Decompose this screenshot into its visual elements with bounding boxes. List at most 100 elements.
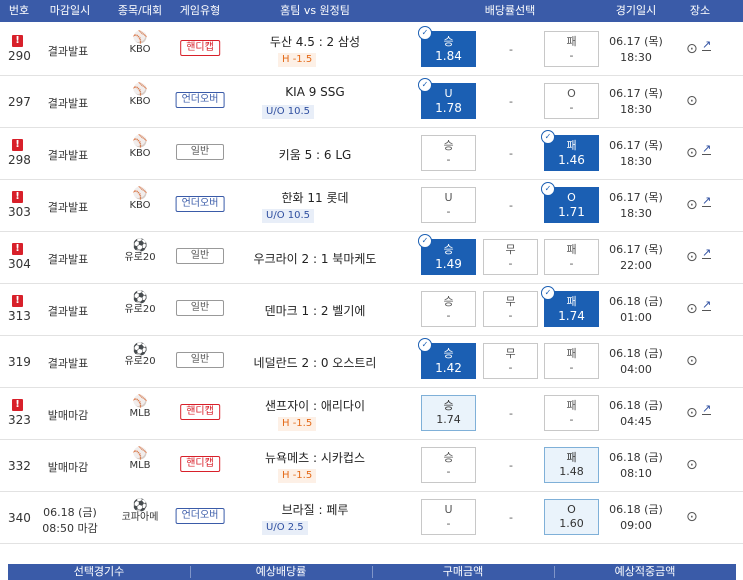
- odds-draw-empty: -: [509, 511, 513, 524]
- match-teams: 네덜란드 2 : 0 오스트리: [253, 356, 377, 370]
- sport-league: ⚾ KBO: [129, 30, 151, 55]
- handicap-line: U/O 10.5: [262, 105, 315, 119]
- check-icon: ✓: [418, 78, 432, 92]
- header-no: 번호: [8, 4, 30, 17]
- game-type-badge: 일반: [176, 300, 224, 316]
- odds-draw-button[interactable]: 무-: [483, 291, 538, 327]
- odds-home-button[interactable]: 승 1.74: [421, 395, 476, 431]
- match-teams: 두산 4.5 : 2 삼성: [269, 35, 361, 49]
- header-date: 경기일시: [615, 4, 657, 17]
- match-teams: 우크라이 2 : 1 북마케도: [253, 252, 377, 266]
- odds-away-button[interactable]: 패-: [544, 343, 599, 379]
- match-teams: 한화 11 롯데: [281, 191, 349, 205]
- odds-home-button[interactable]: 승-: [421, 447, 476, 483]
- match-datetime: 06.18 (금) 09:00: [609, 503, 663, 532]
- table-row[interactable]: 297 결과발표 ⚾ KBO 언더오버 KIA 9 SSG U/O 10.5 ✓ U 1.78 - O…: [0, 75, 743, 128]
- game-type-badge: 핸디캡: [180, 40, 220, 56]
- game-type-badge: 언더오버: [175, 508, 225, 524]
- odds-away-button[interactable]: 패-: [544, 239, 599, 275]
- header-place: 장소: [689, 4, 711, 17]
- game-type-badge: 핸디캡: [180, 404, 220, 420]
- deadline-status: 결과발표: [47, 305, 89, 318]
- sport-ball-icon: ⚽: [132, 290, 148, 304]
- check-icon: ✓: [418, 338, 432, 352]
- deadline-status: 결과발표: [47, 149, 89, 162]
- odds-home-button[interactable]: ✓ U 1.78: [418, 78, 476, 119]
- odds-away-button[interactable]: O-: [544, 83, 599, 119]
- sport-league: ⚽ 코파아메: [121, 498, 159, 523]
- handicap-line: U/O 2.5: [262, 521, 308, 535]
- game-type-badge: 언더오버: [175, 196, 225, 212]
- sport-league: ⚾ KBO: [129, 186, 151, 211]
- odds-away-button[interactable]: 패-: [544, 31, 599, 67]
- sport-ball-icon: ⚾: [132, 134, 148, 148]
- match-datetime: 06.17 (목) 18:30: [609, 191, 663, 220]
- trend-chart-icon[interactable]: ↗: [702, 143, 712, 155]
- table-row[interactable]: 332 발매마감 ⚾ MLB 핸디캡 뉴욕메츠 : 시카컵스 H -1.5 승 - - 패 1.48 0…: [0, 439, 743, 492]
- deadline-status: 결과발표: [47, 357, 89, 370]
- deadline-status: 발매마감: [47, 461, 89, 474]
- odds-draw-button[interactable]: 무-: [483, 343, 538, 379]
- location-pin-icon[interactable]: ⊙: [686, 93, 698, 109]
- game-number: 303: [8, 205, 31, 219]
- odds-draw-empty: -: [509, 147, 513, 160]
- odds-away-button[interactable]: 패 1.48: [544, 447, 599, 483]
- handicap-line: H -1.5: [278, 53, 317, 67]
- check-icon: ✓: [541, 130, 555, 144]
- deadline-status: 결과발표: [47, 45, 89, 58]
- sport-league: ⚽ 유로20: [124, 290, 156, 315]
- odds-home-button[interactable]: ✓ 승 1.49: [418, 234, 476, 275]
- sport-league: ⚾ KBO: [129, 82, 151, 107]
- check-icon: ✓: [541, 182, 555, 196]
- match-teams: 키움 5 : 6 LG: [278, 148, 352, 162]
- location-pin-icon[interactable]: ⊙: [686, 145, 698, 161]
- location-pin-icon[interactable]: ⊙: [686, 509, 698, 525]
- location-pin-icon[interactable]: ⊙: [686, 405, 698, 421]
- odds-away-button[interactable]: ✓ 패 1.46: [541, 130, 599, 171]
- table-row[interactable]: ! 313 결과발표 ⚽ 유로20 일반 덴마크 1 : 2 벨기에 승 - 무 - ✓ 패 1.74 06…: [0, 283, 743, 336]
- header-sport: 종목/대회: [117, 4, 163, 17]
- odds-home-button[interactable]: 승-: [421, 135, 476, 171]
- odds-draw-empty: -: [509, 407, 513, 420]
- odds-home-button[interactable]: ✓ 승 1.42: [418, 338, 476, 379]
- location-pin-icon[interactable]: ⊙: [686, 353, 698, 369]
- table-row[interactable]: ! 303 결과발표 ⚾ KBO 언더오버 한화 11 롯데 U/O 10.5 U - - ✓ O 1.7…: [0, 179, 743, 232]
- odds-home-button[interactable]: 승-: [421, 291, 476, 327]
- odds-away-button[interactable]: O 1.60: [544, 499, 599, 535]
- location-pin-icon[interactable]: ⊙: [686, 197, 698, 213]
- trend-chart-icon[interactable]: ↗: [702, 299, 712, 311]
- table-row[interactable]: ! 290 결과발표 ⚾ KBO 핸디캡 두산 4.5 : 2 삼성 H -1.5 ✓ 승 1.84…: [0, 23, 743, 76]
- location-pin-icon[interactable]: ⊙: [686, 301, 698, 317]
- table-row[interactable]: ! 323 발매마감 ⚾ MLB 핸디캡 샌프자이 : 애리다이 H -1.5 승 1.74 - 패 -…: [0, 387, 743, 440]
- table-row[interactable]: ! 298 결과발표 ⚾ KBO 일반 키움 5 : 6 LG 승 - - ✓ 패 1.46 06.17 …: [0, 127, 743, 180]
- table-row[interactable]: 319 결과발표 ⚽ 유로20 일반 네덜란드 2 : 0 오스트리 ✓ 승 1.42 무 - 패 - 0…: [0, 335, 743, 388]
- location-pin-icon[interactable]: ⊙: [686, 41, 698, 57]
- game-number: 319: [8, 355, 31, 369]
- sport-ball-icon: ⚾: [132, 446, 148, 460]
- odds-away-button[interactable]: ✓ O 1.71: [541, 182, 599, 223]
- odds-home-button[interactable]: U-: [421, 187, 476, 223]
- match-teams: 덴마크 1 : 2 벨기에: [264, 304, 366, 318]
- game-number: 297: [8, 95, 31, 109]
- location-pin-icon[interactable]: ⊙: [686, 457, 698, 473]
- sport-ball-icon: ⚾: [132, 394, 148, 408]
- trend-chart-icon[interactable]: ↗: [702, 39, 712, 51]
- deadline-status: 결과발표: [47, 253, 89, 266]
- trend-chart-icon[interactable]: ↗: [702, 247, 712, 259]
- trend-chart-icon[interactable]: ↗: [702, 403, 712, 415]
- odds-draw-button[interactable]: 무-: [483, 239, 538, 275]
- warning-icon: !: [12, 399, 23, 411]
- odds-away-button[interactable]: ✓ 패 1.74: [541, 286, 599, 327]
- game-type-badge: 언더오버: [175, 92, 225, 108]
- trend-chart-icon[interactable]: ↗: [702, 195, 712, 207]
- table-row[interactable]: ! 304 결과발표 ⚽ 유로20 일반 우크라이 2 : 1 북마케도 ✓ 승 1.49 무 - 패 -…: [0, 231, 743, 284]
- odds-home-button[interactable]: ✓ 승 1.84: [418, 26, 476, 67]
- table-row[interactable]: 340 06.18 (금) 08:50 마감 ⚽ 코파아메 언더오버 브라질 : 페루 U/O…: [0, 491, 743, 544]
- odds-home-button[interactable]: U-: [421, 499, 476, 535]
- location-pin-icon[interactable]: ⊙: [686, 249, 698, 265]
- handicap-line: U/O 10.5: [262, 209, 315, 223]
- sport-league: ⚾ MLB: [129, 446, 151, 471]
- deadline-status: 발매마감: [47, 409, 89, 422]
- match-datetime: 06.17 (목) 18:30: [609, 87, 663, 116]
- odds-away-button[interactable]: 패-: [544, 395, 599, 431]
